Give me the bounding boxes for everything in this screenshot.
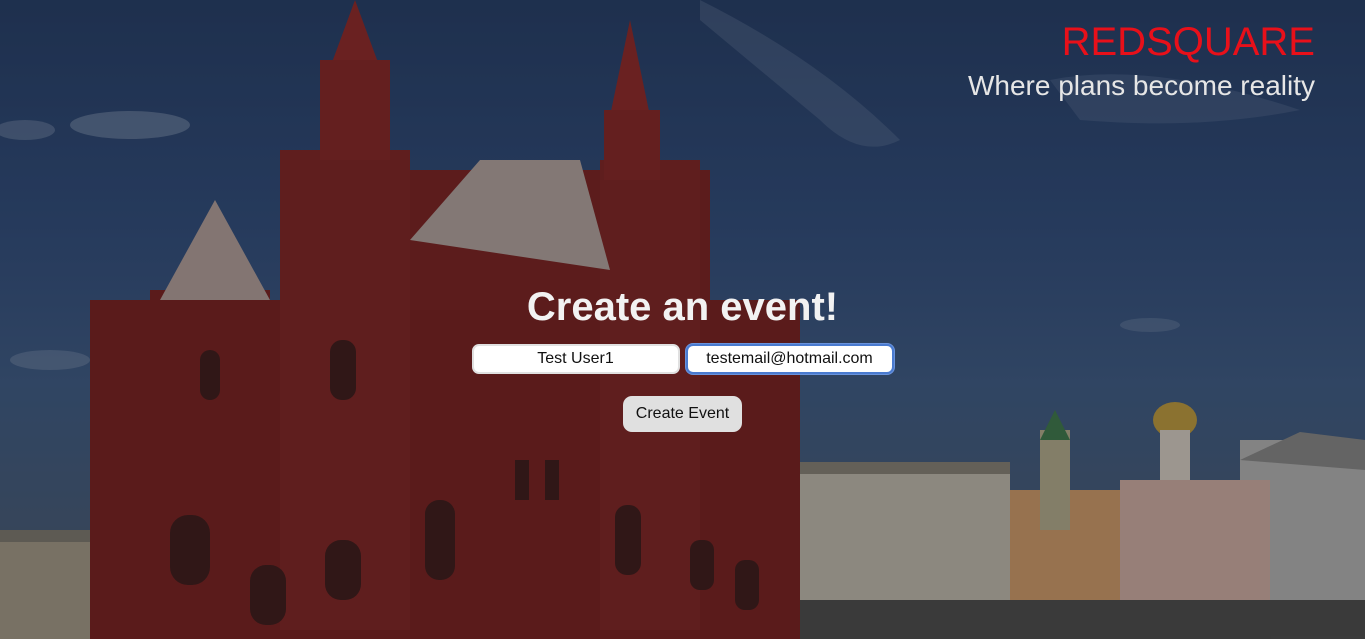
brand-title: REDSQUARE bbox=[1061, 20, 1315, 64]
create-event-button[interactable]: Create Event bbox=[622, 396, 743, 432]
name-input[interactable] bbox=[471, 344, 680, 374]
page: REDSQUARE Where plans become reality Cre… bbox=[0, 0, 1365, 639]
form-heading: Create an event! bbox=[526, 285, 839, 329]
inputs-row bbox=[0, 344, 1365, 374]
brand-header: REDSQUARE Where plans become reality bbox=[968, 20, 1315, 102]
brand-tagline: Where plans become reality bbox=[967, 70, 1315, 101]
create-event-form: Create an event! Create Event bbox=[0, 284, 1365, 432]
email-input[interactable] bbox=[685, 344, 894, 374]
